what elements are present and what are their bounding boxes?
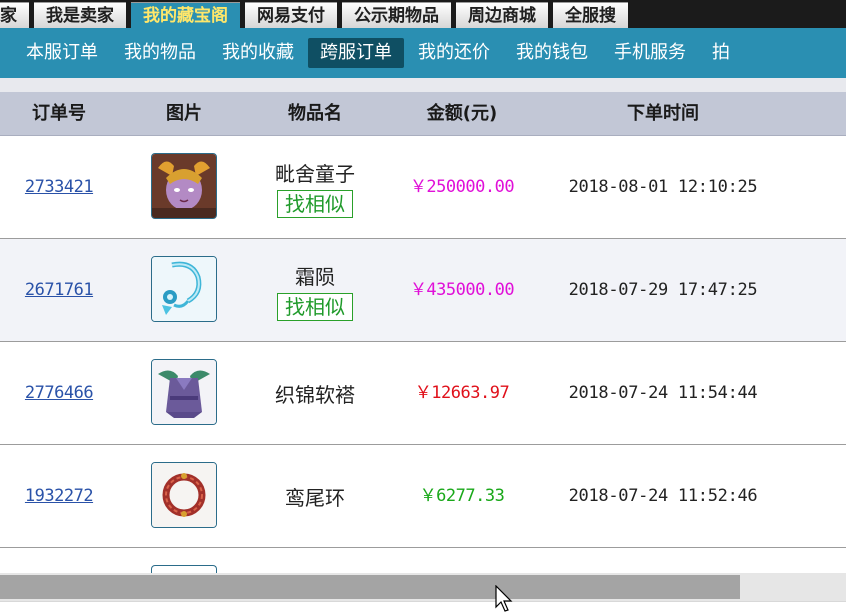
item-name[interactable]: 鸾尾环 — [285, 482, 345, 511]
subnav-my-items[interactable]: 我的物品 — [112, 38, 208, 68]
subnav-cross-server-orders[interactable]: 跨服订单 — [308, 38, 404, 68]
price-amount: ￥6277.33 — [419, 486, 505, 506]
price-amount: ￥250000.00 — [409, 177, 515, 197]
order-number-link[interactable]: 2776466 — [0, 342, 118, 445]
ice-chain-weapon-icon — [152, 257, 216, 321]
item-name[interactable]: 毗舍童子 — [275, 158, 355, 187]
find-similar-button[interactable]: 找相似 — [277, 292, 353, 321]
spacer — [0, 78, 846, 92]
item-name-cell: 霜陨 找相似 — [263, 239, 367, 342]
item-thumbnail[interactable] — [151, 359, 217, 425]
top-tab-home[interactable]: 家 — [0, 2, 29, 28]
top-tabs-bar: 家 我是卖家 我的藏宝阁 网易支付 公示期物品 周边商城 全服搜 — [0, 0, 846, 28]
header-amount: 金额(元) — [426, 103, 498, 124]
subnav-my-favorites[interactable]: 我的收藏 — [210, 38, 306, 68]
header-image: 图片 — [166, 103, 202, 124]
order-time: 2018-08-01 12:10:25 — [568, 177, 758, 197]
item-thumbnail[interactable] — [151, 153, 217, 219]
table-row: 2671761 霜陨 找相似 ￥435000.00 2018-07-29 17:… — [0, 239, 846, 342]
subnav-my-counter-offers[interactable]: 我的还价 — [406, 38, 502, 68]
header-item-name: 物品名 — [288, 103, 342, 124]
subnav-local-orders[interactable]: 本服订单 — [14, 38, 110, 68]
price-amount: ￥435000.00 — [409, 280, 515, 300]
item-name[interactable]: 霜陨 — [295, 261, 335, 290]
order-time: 2018-07-24 11:52:46 — [568, 486, 758, 506]
table-row: 2776466 织锦软褡 ￥12663.97 2018-07-24 11:54:… — [0, 342, 846, 445]
sub-navigation: 本服订单 我的物品 我的收藏 跨服订单 我的还价 我的钱包 手机服务 拍 — [0, 28, 846, 78]
order-number-link[interactable]: 2733421 — [0, 136, 118, 239]
item-name-cell: 织锦软褡 — [263, 342, 367, 445]
orders-table-body: 2733421 毗舍童子 找相似 ￥250000.00 2018-08-01 1… — [0, 136, 846, 595]
order-number-link[interactable]: 2671761 — [0, 239, 118, 342]
horizontal-scrollbar[interactable] — [0, 573, 846, 601]
table-header: 订单号 图片 物品名 金额(元) 下单时间 — [0, 92, 846, 136]
item-name-cell: 毗舍童子 找相似 — [263, 136, 367, 239]
subnav-auction[interactable]: 拍 — [700, 38, 742, 68]
mouse-cursor-icon — [495, 585, 513, 612]
order-time: 2018-07-29 17:47:25 — [568, 280, 758, 300]
top-tab-public-items[interactable]: 公示期物品 — [342, 2, 451, 28]
character-avatar-icon — [152, 154, 216, 218]
item-thumbnail[interactable] — [151, 462, 217, 528]
subnav-my-wallet[interactable]: 我的钱包 — [504, 38, 600, 68]
price-amount: ￥12663.97 — [414, 383, 510, 403]
find-similar-button[interactable]: 找相似 — [277, 189, 353, 218]
header-order-no: 订单号 — [32, 103, 86, 124]
header-order-time: 下单时间 — [627, 103, 699, 124]
top-tab-my-treasure[interactable]: 我的藏宝阁 — [131, 2, 240, 28]
top-tab-seller[interactable]: 我是卖家 — [34, 2, 126, 28]
top-tab-netease-pay[interactable]: 网易支付 — [245, 2, 337, 28]
table-row: 1932272 鸾尾环 ￥6277.33 2018-07-24 11:52:46 — [0, 445, 846, 548]
item-name[interactable]: 织锦软褡 — [275, 379, 355, 408]
order-time: 2018-07-24 11:54:44 — [568, 383, 758, 403]
red-ring-icon — [152, 463, 216, 527]
item-thumbnail[interactable] — [151, 256, 217, 322]
armor-robe-icon — [152, 360, 216, 424]
item-name-cell: 鸾尾环 — [263, 445, 367, 548]
top-tab-merch-mall[interactable]: 周边商城 — [456, 2, 548, 28]
bottom-strip — [0, 601, 846, 613]
scrollbar-thumb[interactable] — [0, 575, 740, 599]
subnav-mobile-service[interactable]: 手机服务 — [602, 38, 698, 68]
top-tab-all-server-search[interactable]: 全服搜 — [553, 2, 628, 28]
order-number-link[interactable]: 1932272 — [0, 445, 118, 548]
table-row: 2733421 毗舍童子 找相似 ￥250000.00 2018-08-01 1… — [0, 136, 846, 239]
app-window: 家 我是卖家 我的藏宝阁 网易支付 公示期物品 周边商城 全服搜 本服订单 我的… — [0, 0, 846, 613]
